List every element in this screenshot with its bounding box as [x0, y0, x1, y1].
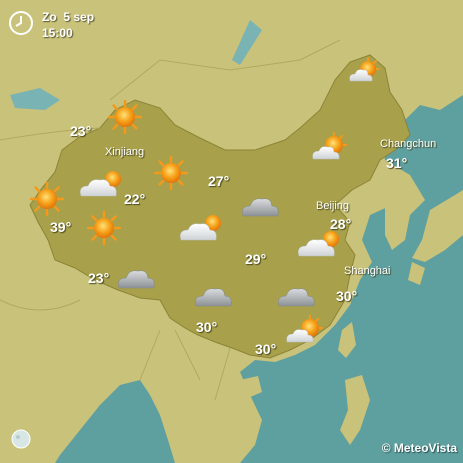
temperature-label: 39° [50, 219, 72, 235]
cloud-icon [278, 288, 315, 307]
temperature-label: 30° [255, 341, 277, 357]
date-value: 5 sep [63, 10, 95, 24]
time-label: 15:00 [42, 26, 73, 40]
partly-cloudy-icon [286, 315, 323, 343]
weather-map: Zo 5 sep 15:00 Xinjiang Changchun Beijin… [0, 0, 463, 463]
partly-cloudy-icon [80, 171, 121, 197]
temperature-label: 23° [88, 270, 110, 286]
sun-icon [154, 156, 188, 190]
city-label-changchun: Changchun [380, 138, 437, 150]
partly-cloudy-icon [298, 231, 339, 257]
temperature-label: 23° [70, 123, 92, 139]
date-label: Zo 5 sep [42, 10, 94, 24]
cloud-icon [242, 198, 279, 217]
moon-icon [11, 429, 31, 449]
partly-cloudy-icon [312, 132, 347, 160]
city-label-shanghai: Shanghai [344, 265, 391, 277]
cloud-icon [118, 270, 155, 289]
credit-label: © MeteoVista [381, 441, 457, 455]
sun-icon [30, 182, 64, 216]
partly-cloudy-icon [180, 215, 221, 241]
sun-icon [108, 100, 142, 134]
temperature-label: 22° [124, 191, 146, 207]
temperature-label: 30° [196, 319, 218, 335]
temperature-label: 30° [336, 288, 358, 304]
clock-icon [9, 11, 33, 35]
day-label: Zo [42, 10, 57, 24]
temperature-label: 29° [245, 251, 267, 267]
temperature-label: 27° [208, 173, 230, 189]
city-label-xinjiang: Xinjiang [105, 146, 145, 158]
temperature-label: 31° [386, 155, 408, 171]
sun-icon [87, 211, 121, 245]
cloud-icon [195, 288, 232, 307]
city-label-beijing: Beijing [316, 200, 350, 212]
partly-cloudy-icon [349, 57, 380, 82]
